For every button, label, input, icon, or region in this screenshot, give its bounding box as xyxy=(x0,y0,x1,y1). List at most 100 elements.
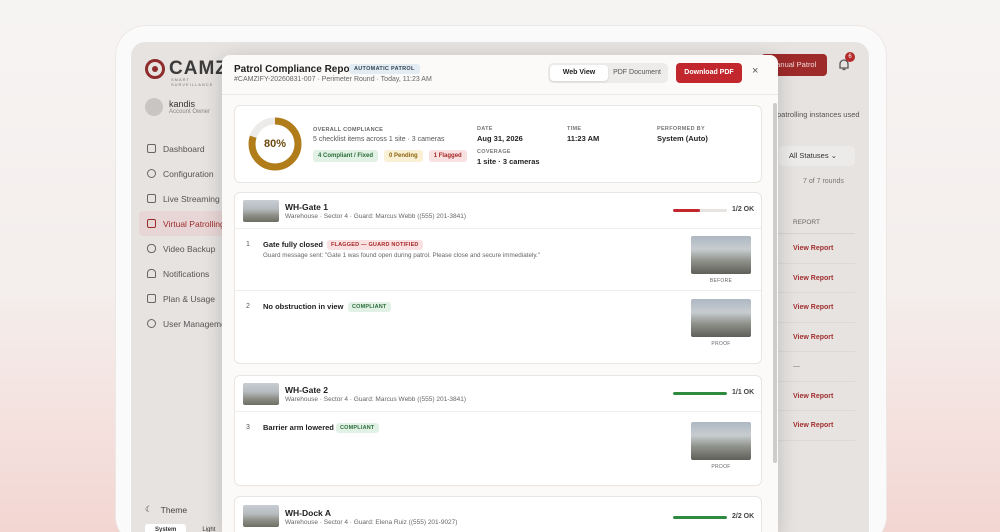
compliant-tag: COMPLIANT xyxy=(336,423,379,433)
moon-icon: ☾ xyxy=(145,504,153,514)
close-icon[interactable]: × xyxy=(752,65,758,77)
theme-toggle: System Light xyxy=(145,524,225,532)
patrol-type-badge: AUTOMATIC PATROL xyxy=(349,64,420,74)
camera-title: WH-Gate 2 xyxy=(285,385,328,395)
evidence-photo[interactable] xyxy=(691,299,751,337)
table-header-report: REPORT xyxy=(777,212,855,234)
camera-location: Warehouse · Sector 4 · Guard: Marcus Web… xyxy=(285,213,466,220)
flagged-chip: 1 Flagged xyxy=(428,150,467,162)
modal-body: 80% OVERALL COMPLIANCE 5 checklist items… xyxy=(222,95,778,532)
camera-title: WH-Dock A xyxy=(285,508,331,518)
view-report-link[interactable]: View Report xyxy=(777,293,855,323)
camera-card-header[interactable]: WH-Gate 2 Warehouse · Sector 4 · Guard: … xyxy=(235,376,761,412)
camera-card-header[interactable]: WH-Dock A Warehouse · Sector 4 · Guard: … xyxy=(235,497,761,532)
camera-progress-bar xyxy=(673,209,727,212)
photo-caption: BEFORE xyxy=(709,278,733,284)
sidebar-item-label: Dashboard xyxy=(163,143,205,154)
date-label: DATE xyxy=(477,126,493,132)
tab-pdf-document[interactable]: PDF Document xyxy=(608,65,666,81)
coverage-value: 1 site · 3 cameras xyxy=(477,157,540,166)
cloud-icon xyxy=(147,244,156,253)
photo-caption: PROOF xyxy=(711,341,731,347)
camera-thumbnail xyxy=(243,505,279,527)
notification-count-badge: 6 xyxy=(845,52,855,62)
chevron-down-icon: ⌄ xyxy=(830,151,837,160)
guard-message: Guard message sent: "Gate 1 was found op… xyxy=(263,252,541,259)
checklist-item: 1 Gate fully closed FLAGGED — GUARD NOTI… xyxy=(235,229,761,291)
view-toggle: Web View PDF Document xyxy=(548,63,668,83)
modal-title: Patrol Compliance Report xyxy=(234,64,357,75)
sidebar-item-label: Video Backup xyxy=(163,243,216,254)
sidebar-item-label: Configuration xyxy=(163,168,214,179)
time-label: TIME xyxy=(567,126,582,132)
camera-progress-fill xyxy=(673,516,727,519)
logo-tagline: SMART SURVEILLANCE xyxy=(171,77,214,87)
modal-header: Patrol Compliance Report AUTOMATIC PATRO… xyxy=(222,55,778,95)
camera-title: WH-Gate 1 xyxy=(285,202,328,212)
status-filter-select[interactable]: All Statuses ⌄ xyxy=(779,146,855,166)
evidence-photo[interactable] xyxy=(691,236,751,274)
sidebar-item-label: Live Streaming xyxy=(163,193,220,204)
camera-ok-count: 1/1 OK xyxy=(732,389,755,396)
coverage-label: COVERAGE xyxy=(477,149,511,155)
performed-by-value: System (Auto) xyxy=(657,134,708,143)
camera-progress-fill xyxy=(673,209,700,212)
rounds-count: 7 of 7 rounds xyxy=(803,178,844,185)
performed-by-label: PERFORMED BY xyxy=(657,126,705,132)
photo-caption: PROOF xyxy=(711,464,731,470)
theme-option-light[interactable]: Light xyxy=(192,524,225,532)
pending-chip: 0 Pending xyxy=(384,150,423,162)
theme-label: Theme xyxy=(160,504,188,515)
camera-progress-bar xyxy=(673,516,727,519)
camera-card: WH-Dock A Warehouse · Sector 4 · Guard: … xyxy=(234,496,762,532)
view-report-link[interactable]: View Report xyxy=(777,382,855,411)
view-report-link[interactable]: View Report xyxy=(777,234,855,264)
sidebar: CAMZ SMART SURVEILLANCE kandis Account O… xyxy=(131,42,239,532)
user-icon xyxy=(147,319,156,328)
bell-icon xyxy=(147,269,156,278)
camera-thumbnail xyxy=(243,200,279,222)
item-title: No obstruction in view xyxy=(263,302,344,311)
user-role: Account Owner xyxy=(169,109,211,115)
camera-progress-bar xyxy=(673,392,727,395)
compliant-tag: COMPLIANT xyxy=(348,302,391,312)
rounds-table: REPORT View Report View Report View Repo… xyxy=(777,212,855,441)
download-pdf-button[interactable]: Download PDF xyxy=(676,63,742,83)
status-filter-value: All Statuses xyxy=(789,151,829,160)
user-name: kandis xyxy=(169,99,196,109)
compliance-summary: 80% OVERALL COMPLIANCE 5 checklist items… xyxy=(234,105,762,183)
item-number: 3 xyxy=(246,424,250,431)
overall-compliance-label: OVERALL COMPLIANCE xyxy=(313,127,384,133)
sidebar-item-label: Virtual Patrolling xyxy=(163,218,225,229)
camera-ok-count: 2/2 OK xyxy=(732,513,755,520)
grid-icon xyxy=(147,144,156,153)
user-profile[interactable]: kandis Account Owner xyxy=(145,98,210,116)
camera-card-header[interactable]: WH-Gate 1 Warehouse · Sector 4 · Guard: … xyxy=(235,193,761,229)
checklist-item: 3 Barrier arm lowered COMPLIANT PROOF xyxy=(235,412,761,484)
camera-location: Warehouse · Sector 4 · Guard: Marcus Web… xyxy=(285,396,466,403)
view-report-link[interactable]: View Report xyxy=(777,323,855,352)
tab-web-view[interactable]: Web View xyxy=(550,65,608,81)
theme-option-system[interactable]: System xyxy=(145,524,187,532)
view-report-link[interactable]: View Report xyxy=(777,411,855,441)
camera-icon xyxy=(147,194,156,203)
scrollbar[interactable] xyxy=(773,103,777,463)
layers-icon xyxy=(147,219,156,228)
time-value: 11:23 AM xyxy=(567,134,600,143)
empty-report-cell: — xyxy=(777,352,855,382)
report-id: #CAMZIFY-20260831-007 · Perimeter Round … xyxy=(234,76,432,83)
checklist-item: 2 No obstruction in view COMPLIANT PROOF xyxy=(235,291,761,353)
view-report-link[interactable]: View Report xyxy=(777,264,855,293)
logo-icon xyxy=(145,59,165,79)
sidebar-item-label: Plan & Usage xyxy=(163,293,215,304)
camera-progress-fill xyxy=(673,392,727,395)
camera-thumbnail xyxy=(243,383,279,405)
item-title: Barrier arm lowered xyxy=(263,423,334,432)
compliance-percent: 80% xyxy=(263,138,287,150)
camera-ok-count: 1/2 OK xyxy=(732,206,755,213)
date-value: Aug 31, 2026 xyxy=(477,134,523,143)
evidence-photo[interactable] xyxy=(691,422,751,460)
item-number: 1 xyxy=(246,241,250,248)
avatar xyxy=(145,98,163,116)
compliant-chip: 4 Compliant / Fixed xyxy=(313,150,379,162)
